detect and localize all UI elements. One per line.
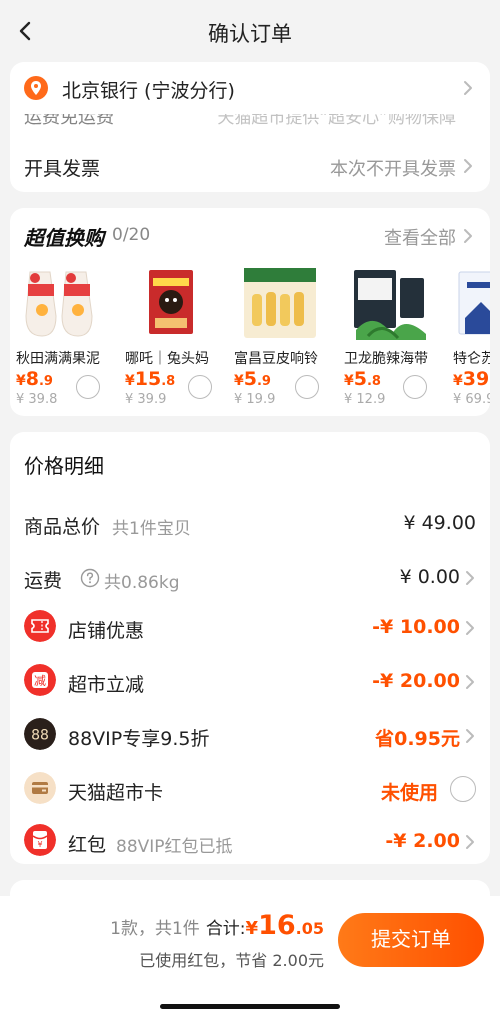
tofu-roll-image [244,268,316,338]
location-pin-icon [24,76,48,100]
savings-note: 已使用红包，节省 2.00元 [139,951,324,970]
market-reduction-row[interactable]: 减 超市立减 -¥ 20.00 [10,662,490,702]
product-original-price: ¥ 69.9 [453,392,490,407]
product-select-radio[interactable] [76,375,100,399]
price-details-card: 价格明细 商品总价 共1件宝贝 ¥ 49.00 运费 共0.86kg ¥ 0.0… [10,432,490,864]
market-card-value: 未使用 [380,782,438,804]
shipping-value: ¥ 0.00 [399,566,460,588]
product-price: ¥39. [453,368,490,390]
item-total-value: ¥ 49.00 [403,512,476,534]
chevron-right-icon [466,621,474,635]
total-currency: ¥ [245,918,259,939]
product-price: ¥8.9 [16,368,53,390]
product-name: 卫龙脆辣海带 [344,351,428,367]
red-packet-row[interactable]: ¥ 红包 88VIP红包已抵 -¥ 2.00 [10,822,490,862]
product-original-price: ¥ 12.9 [344,392,386,407]
deal-product[interactable]: 特仑苏 ¥39. ¥ 69.9 [453,264,490,414]
vip-discount-row[interactable]: 88 88VIP专享9.5折 省0.95元 [10,716,490,756]
item-total-row: 商品总价 共1件宝贝 ¥ 49.00 [10,504,490,544]
product-original-price: ¥ 19.9 [234,392,276,407]
product-name: 特仑苏 [453,351,490,367]
item-total-label: 商品总价 [24,516,101,538]
store-discount-row[interactable]: 店铺优惠 -¥ 10.00 [10,608,490,648]
product-select-radio[interactable] [403,375,427,399]
help-icon[interactable] [80,568,100,588]
deal-product[interactable]: 富昌豆皮响铃 ¥5.9 ¥ 19.9 [234,264,334,414]
chevron-right-icon [466,729,474,743]
chevron-right-icon [464,81,472,95]
deal-product[interactable]: 卫龙脆辣海带 ¥5.8 ¥ 12.9 [344,264,444,414]
card-wallet-icon [24,772,56,804]
deals-count: 0/20 [112,225,151,245]
home-indicator [160,1004,340,1009]
submit-order-button[interactable]: 提交订单 [338,913,484,967]
product-name: 富昌豆皮响铃 [234,351,318,367]
price-details-title: 价格明细 [24,454,104,478]
checkout-bar: 1款，共1件 合计:¥16.05 已使用红包，节省 2.00元 提交订单 [0,896,500,1011]
market-card-label: 天猫超市卡 [68,782,164,804]
product-name: 秋田满满果泥 [16,351,100,367]
product-select-radio[interactable] [188,375,212,399]
total-integer: 16 [258,910,296,941]
reduction-badge-icon: 减 [24,664,56,696]
market-card-row[interactable]: 天猫超市卡 未使用 [10,770,490,810]
svg-text:减: 减 [34,674,46,688]
product-select-radio[interactable] [295,375,319,399]
page-title: 确认订单 [208,22,292,46]
vip-discount-value: 省0.95元 [375,728,460,750]
seaweed-snack-image [354,270,426,340]
svg-text:¥: ¥ [37,840,42,849]
store-discount-label: 店铺优惠 [68,620,145,642]
item-total-count: 共1件宝贝 [112,519,191,539]
chevron-right-icon [464,229,472,243]
svg-text:88: 88 [31,728,49,744]
chevron-right-icon [466,835,474,849]
product-price: ¥15.8 [125,368,176,390]
vip-discount-label: 88VIP专享9.5折 [68,728,210,750]
shipping-weight: 共0.86kg [104,573,180,593]
store-discount-value: -¥ 10.00 [372,616,460,638]
fruit-puree-image [25,271,93,337]
chevron-right-icon [464,159,472,173]
coupon-ticket-icon [24,610,56,642]
chevron-right-icon [466,571,474,585]
market-reduction-value: -¥ 20.00 [372,670,460,692]
product-price: ¥5.8 [344,368,381,390]
invoice-value[interactable]: 本次不开具发票 [330,155,456,181]
snack-bag-image [149,270,193,334]
shipping-label: 运费 [24,570,63,592]
deals-title: 超值换购 [24,226,104,250]
total-decimal: .05 [295,919,324,938]
nav-bar: 确认订单 [0,0,500,62]
value-deals-card: 超值换购 0/20 查看全部 秋田满满果泥 ¥8.9 ¥ 39.8 哪吒｜兔头妈… [10,208,490,416]
market-card-radio[interactable] [450,776,476,802]
product-name: 哪吒｜兔头妈 [125,351,209,367]
market-reduction-label: 超市立减 [68,674,145,696]
red-packet-icon: ¥ [24,824,56,856]
milk-box-image [458,271,490,335]
order-summary: 1款，共1件 合计:¥16.05 [110,910,324,941]
red-packet-value: -¥ 2.00 [385,830,460,852]
red-packet-label: 红包 [68,834,107,856]
product-original-price: ¥ 39.9 [125,392,167,407]
address-selector[interactable]: 北京银行 (宁波分行) [10,62,490,114]
red-packet-note: 88VIP红包已抵 [116,837,233,857]
product-price: ¥5.9 [234,368,271,390]
shipping-row[interactable]: 运费 共0.86kg ¥ 0.00 [10,558,490,598]
deal-product[interactable]: 秋田满满果泥 ¥8.9 ¥ 39.8 [16,264,116,414]
vip-88-icon: 88 [24,718,56,750]
item-count: 1款，共1件 [110,919,200,939]
invoice-label[interactable]: 开具发票 [24,154,100,181]
address-text: 北京银行 (宁波分行) [62,80,235,102]
total-label: 合计: [205,919,246,939]
chevron-right-icon [466,675,474,689]
product-original-price: ¥ 39.8 [16,392,58,407]
view-all-link[interactable]: 查看全部 [384,224,456,250]
deal-product[interactable]: 哪吒｜兔头妈 ¥15.8 ¥ 39.9 [125,264,225,414]
